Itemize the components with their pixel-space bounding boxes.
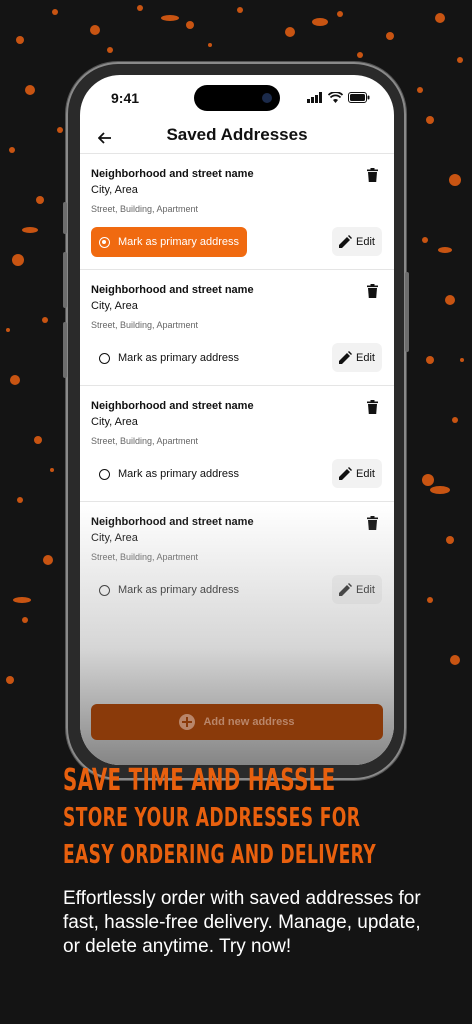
trash-icon[interactable]: [364, 514, 380, 532]
address-city: City, Area: [91, 184, 138, 196]
signal-icon: [307, 92, 322, 103]
address-street: Neighborhood and street name: [91, 516, 254, 528]
headline-line-3: EASY ORDERING AND DELIVERY: [63, 840, 376, 870]
edit-label: Edit: [356, 235, 375, 248]
edit-label: Edit: [356, 583, 375, 596]
address-detail: Street, Building, Apartment: [91, 320, 199, 330]
address-card: Neighborhood and street name City, Area …: [80, 385, 394, 501]
mark-primary-button[interactable]: Mark as primary address: [91, 343, 247, 373]
pencil-icon: [339, 583, 353, 596]
address-list: Neighborhood and street name City, Area …: [80, 153, 394, 617]
radio-unselected-icon: [99, 352, 110, 364]
address-card: Neighborhood and street name City, Area …: [80, 153, 394, 269]
trash-icon[interactable]: [364, 282, 380, 300]
promo-description: Effortlessly order with saved addresses …: [63, 888, 421, 957]
add-address-button[interactable]: Add new address: [91, 704, 383, 740]
app-screen: 9:41 Saved Addresses Neighborhood and st…: [80, 75, 394, 765]
phone-side-button: [63, 202, 67, 234]
radio-selected-icon: [99, 236, 110, 248]
address-card: Neighborhood and street name City, Area …: [80, 501, 394, 617]
edit-label: Edit: [356, 467, 375, 480]
mark-primary-label: Mark as primary address: [118, 236, 240, 248]
camera-icon: [262, 93, 272, 103]
pencil-icon: [339, 467, 353, 480]
radio-unselected-icon: [99, 468, 110, 480]
battery-icon: [348, 92, 370, 103]
address-city: City, Area: [91, 532, 138, 544]
mark-primary-label: Mark as primary address: [118, 352, 240, 364]
edit-label: Edit: [356, 351, 375, 364]
address-street: Neighborhood and street name: [91, 284, 254, 296]
address-detail: Street, Building, Apartment: [91, 436, 199, 446]
edit-button[interactable]: Edit: [332, 575, 382, 604]
address-detail: Street, Building, Apartment: [91, 552, 199, 562]
add-address-label: Add new address: [203, 716, 295, 728]
mark-primary-button[interactable]: Mark as primary address: [91, 575, 247, 605]
wifi-icon: [328, 92, 343, 103]
address-city: City, Area: [91, 300, 138, 312]
status-icons: [307, 92, 370, 103]
dynamic-island: [194, 85, 280, 111]
edit-button[interactable]: Edit: [332, 227, 382, 256]
status-bar: 9:41: [80, 75, 394, 123]
mark-primary-label: Mark as primary address: [118, 584, 240, 596]
phone-power-button: [405, 272, 409, 352]
edit-button[interactable]: Edit: [332, 459, 382, 488]
mark-primary-label: Mark as primary address: [118, 468, 240, 480]
address-street: Neighborhood and street name: [91, 168, 254, 180]
radio-unselected-icon: [99, 584, 110, 596]
trash-icon[interactable]: [364, 398, 380, 416]
address-card: Neighborhood and street name City, Area …: [80, 269, 394, 385]
trash-icon[interactable]: [364, 166, 380, 184]
pencil-icon: [339, 351, 353, 364]
nav-header: Saved Addresses: [80, 123, 394, 153]
edit-button[interactable]: Edit: [332, 343, 382, 372]
phone-side-button: [63, 322, 67, 378]
plus-circle-icon: [179, 714, 196, 730]
promo-headline: SAVE TIME AND HASSLE STORE YOUR ADDRESSE…: [63, 762, 423, 874]
headline-line-2: STORE YOUR ADDRESSES FOR: [63, 803, 361, 833]
address-street: Neighborhood and street name: [91, 400, 254, 412]
mark-primary-button[interactable]: Mark as primary address: [91, 459, 247, 489]
address-detail: Street, Building, Apartment: [91, 204, 199, 214]
address-city: City, Area: [91, 416, 138, 428]
pencil-icon: [339, 235, 353, 248]
page-title: Saved Addresses: [166, 125, 308, 144]
phone-side-button: [63, 252, 67, 308]
mark-primary-button[interactable]: Mark as primary address: [91, 227, 248, 257]
status-time: 9:41: [111, 90, 140, 106]
headline-line-1: SAVE TIME AND HASSLE: [63, 763, 336, 798]
